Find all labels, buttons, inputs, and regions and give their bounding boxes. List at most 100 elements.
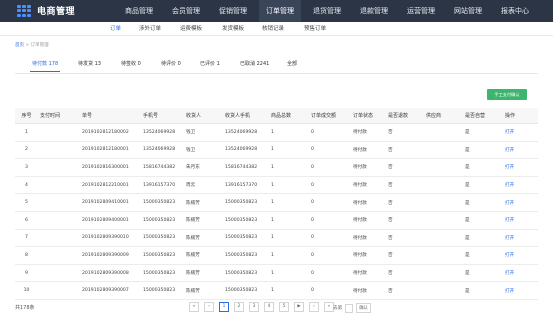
sub-nav-item[interactable]: 涉外订单 [139, 24, 161, 32]
open-order-link[interactable]: 打开 [505, 124, 538, 141]
open-order-link[interactable]: 打开 [505, 282, 538, 299]
open-order-link[interactable]: 打开 [505, 265, 538, 282]
table-cell: 1 [271, 288, 274, 294]
page-button[interactable]: ▶ [294, 302, 304, 312]
table-cell: 15000350823 [225, 235, 258, 241]
open-order-link[interactable]: 打开 [505, 194, 538, 211]
table-cell: 15000350823 [225, 288, 258, 294]
goto-prefix: 去第 [333, 306, 343, 311]
open-order-link[interactable]: 打开 [505, 142, 538, 159]
sub-nav-item[interactable]: 预售订单 [304, 24, 326, 32]
main-nav-item[interactable]: 报表中心 [494, 0, 536, 22]
page-button[interactable]: 1 [219, 302, 229, 312]
status-tab[interactable]: 待评价 0 [161, 60, 181, 67]
table-cell: 15000350823 [143, 235, 176, 241]
table-cell: 2 [25, 147, 28, 153]
table-cell: 陈楠芳 [186, 253, 200, 259]
table-cell: 0 [311, 217, 314, 223]
table-cell [426, 230, 460, 247]
table-cell [40, 177, 78, 194]
column-header: 是否自营 [465, 113, 486, 119]
table-cell [40, 265, 78, 282]
table-cell: 0 [311, 164, 314, 170]
page-button[interactable]: › [309, 302, 319, 312]
table-cell: 否 [388, 147, 393, 153]
status-tab[interactable]: 全部 [287, 60, 297, 67]
column-header: 单号 [82, 113, 93, 119]
table-row: 6 2019102809400001 15000350823 陈楠芳 150003508… [15, 212, 538, 230]
table-cell: 2019102809400001 [82, 217, 129, 223]
table-cell: 1 [271, 164, 274, 170]
main-nav-item[interactable]: 网站管理 [447, 0, 489, 22]
table-cell [426, 159, 460, 176]
sub-nav-item[interactable]: 订单 [110, 24, 121, 32]
manual-payment-confirm-button[interactable]: 手工支付确认 [487, 89, 527, 100]
table-cell: 4 [25, 182, 28, 188]
table-cell: 1 [271, 270, 274, 276]
table-cell: 陈楠芳 [186, 235, 200, 241]
table-cell: 2019102812180002 [82, 129, 129, 135]
breadcrumb-home[interactable]: 首页 [15, 43, 24, 48]
table-cell: 2019102809410001 [82, 200, 129, 206]
table-cell: 1 [271, 252, 274, 258]
table-cell: 0 [311, 129, 314, 135]
table-cell: 8 [25, 252, 28, 258]
table-cell: 是 [465, 218, 470, 224]
table-cell: 2019102816300001 [82, 164, 129, 170]
open-order-link[interactable]: 打开 [505, 212, 538, 229]
table-cell: 1 [25, 129, 28, 135]
sub-nav-item[interactable]: 发货模板 [222, 24, 244, 32]
table-cell [426, 124, 460, 141]
table-cell: 周云 [186, 183, 196, 189]
table-cell [426, 194, 460, 211]
table-cell: 否 [388, 235, 393, 241]
page-button[interactable]: 2 [234, 302, 244, 312]
status-tab[interactable]: 待付款 178 [29, 60, 61, 72]
table-cell: 15816744382 [143, 164, 176, 170]
main-nav-item[interactable]: 退货管理 [306, 0, 348, 22]
main-nav-item[interactable]: 运营管理 [400, 0, 442, 22]
table-cell: 3 [25, 164, 28, 170]
page-button[interactable]: 3 [249, 302, 259, 312]
table-cell: 15000350823 [225, 270, 258, 276]
open-order-link[interactable]: 打开 [505, 247, 538, 264]
sub-nav-item[interactable]: 运费模板 [180, 24, 202, 32]
page-button[interactable]: 4 [264, 302, 274, 312]
status-tab[interactable]: 已取消 2241 [240, 60, 269, 67]
goto-confirm-button[interactable]: 确认 [356, 303, 371, 313]
open-order-link[interactable]: 打开 [505, 177, 538, 194]
open-order-link[interactable]: 打开 [505, 159, 538, 176]
goto-page-input[interactable] [345, 303, 354, 313]
main-nav-item[interactable]: 促销管理 [212, 0, 254, 22]
table-cell [40, 230, 78, 247]
status-tab[interactable]: 待签收 0 [121, 60, 141, 67]
main-nav-item[interactable]: 商品管理 [118, 0, 160, 22]
table-cell: 待付款 [353, 253, 367, 259]
table-cell: 15000350823 [225, 252, 258, 258]
table-cell: 15000350823 [143, 200, 176, 206]
open-order-link[interactable]: 打开 [505, 230, 538, 247]
table-cell [40, 124, 78, 141]
page-button[interactable]: ‹ [204, 302, 214, 312]
status-tab[interactable]: 已评价 1 [200, 60, 220, 67]
table-cell: 否 [388, 183, 393, 189]
sub-nav: 订单 涉外订单 运费模板 发货模板 核销记录 预售订单 [0, 22, 553, 36]
page-button[interactable]: 5 [279, 302, 289, 312]
table-cell: 钱卫 [186, 130, 196, 136]
page-button[interactable]: « [189, 302, 199, 312]
table-cell [426, 142, 460, 159]
table-cell: 2019102809390010 [82, 235, 129, 241]
table-cell: 15000350823 [143, 252, 176, 258]
main-nav-item[interactable]: 订单管理 [259, 0, 301, 22]
table-cell: 否 [388, 253, 393, 259]
status-tab[interactable]: 待发货 13 [78, 60, 101, 67]
status-tabs: 待付款 178 待发货 13 待签收 0 待评价 0 已评价 1 已取消 2241 全部 [15, 56, 538, 74]
main-nav-item[interactable]: 退款管理 [353, 0, 395, 22]
table-cell: 7 [25, 235, 28, 241]
column-header: 支付时间 [40, 113, 61, 119]
table-cell: 是 [465, 200, 470, 206]
table-cell: 15000350823 [143, 288, 176, 294]
sub-nav-item[interactable]: 核销记录 [262, 24, 284, 32]
table-row: 4 2019102812210001 13916157370 周云 1391615737… [15, 177, 538, 195]
main-nav-item[interactable]: 会员管理 [165, 0, 207, 22]
